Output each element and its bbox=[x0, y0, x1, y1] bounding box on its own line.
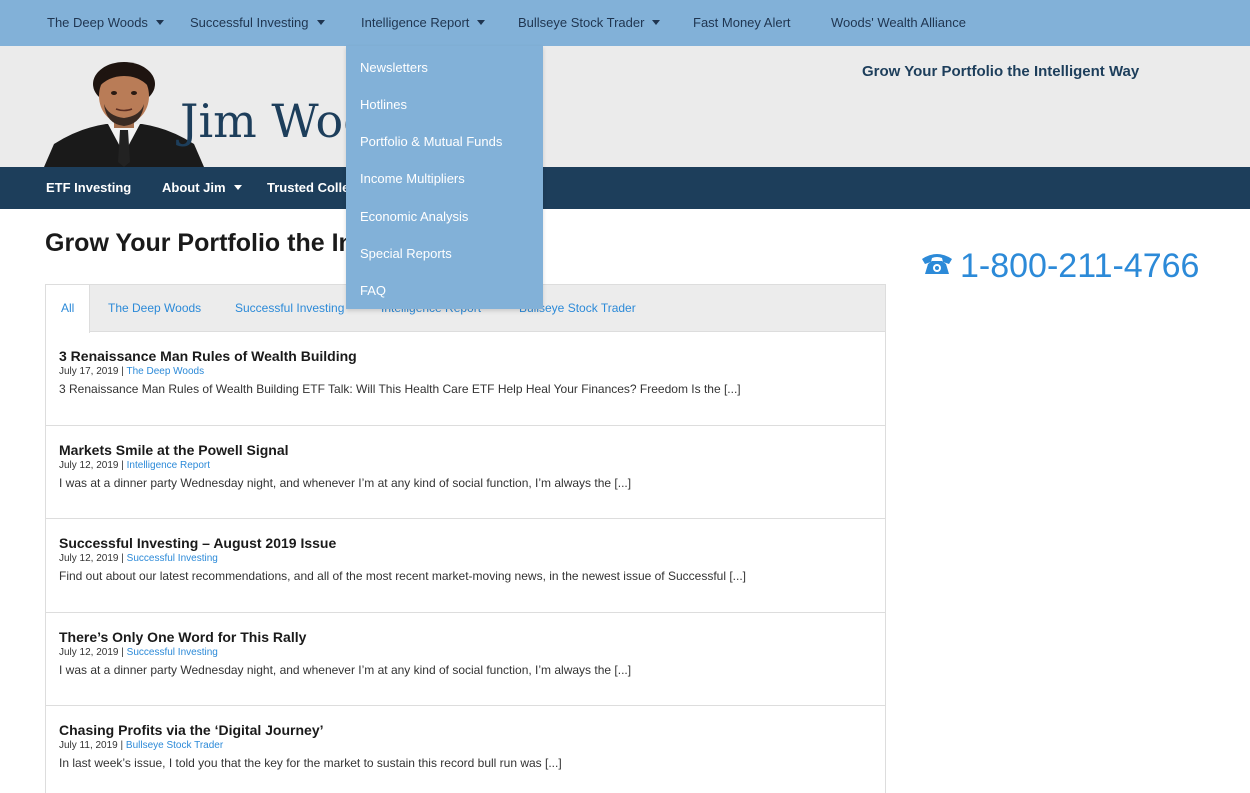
dropdown-item-income-multipliers[interactable]: Income Multipliers bbox=[360, 160, 465, 197]
article-excerpt: 3 Renaissance Man Rules of Wealth Buildi… bbox=[59, 382, 741, 396]
subnav-item-label: About Jim bbox=[162, 180, 226, 195]
topnav-item-woods-wealth-alliance[interactable]: Woods' Wealth Alliance bbox=[831, 0, 966, 46]
article-date: July 12, 2019 bbox=[59, 459, 119, 471]
subnav-item-etf-investing[interactable]: ETF Investing bbox=[46, 167, 131, 209]
caret-down-icon bbox=[155, 20, 164, 26]
article-meta: July 17, 2019 | The Deep Woods bbox=[59, 366, 205, 377]
articles-panel: All The Deep Woods Successful Investing … bbox=[45, 284, 886, 793]
topnav-item-label: Bullseye Stock Trader bbox=[518, 15, 645, 30]
article-meta: July 12, 2019 | Successful Investing bbox=[59, 553, 218, 564]
topnav-item-label: Woods' Wealth Alliance bbox=[831, 15, 966, 30]
article-title[interactable]: 3 Renaissance Man Rules of Wealth Buildi… bbox=[59, 347, 885, 365]
topnav-item-label: The Deep Woods bbox=[47, 15, 148, 30]
subnav-item-label: ETF Investing bbox=[46, 180, 132, 195]
article-title[interactable]: Markets Smile at the Powell Signal bbox=[59, 441, 885, 459]
tab-successful-investing[interactable]: Successful Investing bbox=[235, 285, 344, 332]
header-tagline: Grow Your Portfolio the Intelligent Way bbox=[862, 63, 1140, 80]
topnav-item-label: Fast Money Alert bbox=[693, 15, 791, 30]
article-date: July 12, 2019 bbox=[59, 553, 119, 564]
dropdown-item-hotlines[interactable]: Hotlines bbox=[360, 86, 407, 123]
article-title[interactable]: Successful Investing – August 2019 Issue bbox=[59, 534, 885, 552]
article-title[interactable]: Chasing Profits via the ‘Digital Journey… bbox=[59, 721, 885, 739]
article-category-link[interactable]: Successful Investing bbox=[127, 553, 218, 564]
article-category-link[interactable]: Successful Investing bbox=[127, 647, 218, 658]
article-meta: July 11, 2019 | Bullseye Stock Trader bbox=[59, 740, 224, 751]
article-item: Chasing Profits via the ‘Digital Journey… bbox=[46, 706, 885, 793]
article-category-link[interactable]: Intelligence Report bbox=[127, 460, 210, 471]
article-excerpt: I was at a dinner party Wednesday night,… bbox=[59, 475, 632, 490]
article-date: July 17, 2019 bbox=[59, 366, 119, 377]
topnav-item-label: Intelligence Report bbox=[361, 15, 470, 30]
caret-down-icon bbox=[477, 20, 486, 26]
caret-down-icon bbox=[316, 20, 325, 26]
secondary-nav: ETF Investing About Jim Trusted Colleagu… bbox=[0, 167, 1250, 209]
dropdown-item-portfolio-mutual-funds[interactable]: Portfolio & Mutual Funds bbox=[360, 123, 502, 160]
article-item: 3 Renaissance Man Rules of Wealth Buildi… bbox=[46, 332, 885, 426]
tab-all[interactable]: All bbox=[46, 285, 91, 333]
article-meta: July 12, 2019 | Intelligence Report bbox=[59, 459, 211, 471]
subnav-item-about-jim[interactable]: About Jim bbox=[162, 167, 242, 209]
topnav-item-fast-money-alert[interactable]: Fast Money Alert bbox=[693, 0, 791, 46]
caret-down-icon bbox=[233, 185, 242, 191]
intelligence-report-dropdown-menu: Newsletters Hotlines Portfolio & Mutual … bbox=[346, 46, 543, 309]
topnav-item-successful-investing[interactable]: Successful Investing bbox=[190, 0, 325, 46]
article-meta: July 12, 2019 | Successful Investing bbox=[59, 646, 218, 658]
dropdown-item-faq[interactable]: FAQ bbox=[360, 272, 386, 309]
article-title[interactable]: There’s Only One Word for This Rally bbox=[59, 628, 885, 646]
tab-the-deep-woods[interactable]: The Deep Woods bbox=[108, 285, 201, 332]
dropdown-item-special-reports[interactable]: Special Reports bbox=[360, 235, 452, 272]
topnav-item-the-deep-woods[interactable]: The Deep Woods bbox=[47, 0, 164, 46]
dropdown-item-newsletters[interactable]: Newsletters bbox=[360, 49, 428, 86]
article-category-link[interactable]: Bullseye Stock Trader bbox=[126, 740, 223, 751]
caret-down-icon bbox=[652, 20, 661, 26]
article-item: Markets Smile at the Powell Signal July … bbox=[46, 426, 885, 519]
top-nav: The Deep Woods Successful Investing Inte… bbox=[0, 0, 1250, 46]
article-category-link[interactable]: The Deep Woods bbox=[126, 366, 204, 377]
topnav-item-intelligence-report[interactable]: Intelligence Report bbox=[361, 0, 486, 46]
topnav-item-label: Successful Investing bbox=[190, 15, 309, 30]
phone-number[interactable]: 1-800-211-4766 bbox=[920, 247, 1199, 288]
dropdown-item-economic-analysis[interactable]: Economic Analysis bbox=[360, 198, 468, 235]
article-list: 3 Renaissance Man Rules of Wealth Buildi… bbox=[46, 332, 885, 793]
article-excerpt: Find out about our latest recommendation… bbox=[59, 569, 747, 583]
article-excerpt: I was at a dinner party Wednesday night,… bbox=[59, 662, 632, 677]
telephone-icon bbox=[920, 246, 954, 285]
article-excerpt: In last week’s issue, I told you that th… bbox=[59, 756, 562, 770]
phone-number-text: 1-800-211-4766 bbox=[960, 247, 1200, 285]
topnav-item-bullseye-stock-trader[interactable]: Bullseye Stock Trader bbox=[518, 0, 661, 46]
site-header: Jim Woods Grow Your Portfolio the Intell… bbox=[0, 46, 1250, 167]
article-item: Successful Investing – August 2019 Issue… bbox=[46, 519, 885, 613]
article-date: July 12, 2019 bbox=[59, 646, 119, 658]
article-item: There’s Only One Word for This Rally Jul… bbox=[46, 613, 885, 706]
article-date: July 11, 2019 bbox=[59, 740, 118, 751]
